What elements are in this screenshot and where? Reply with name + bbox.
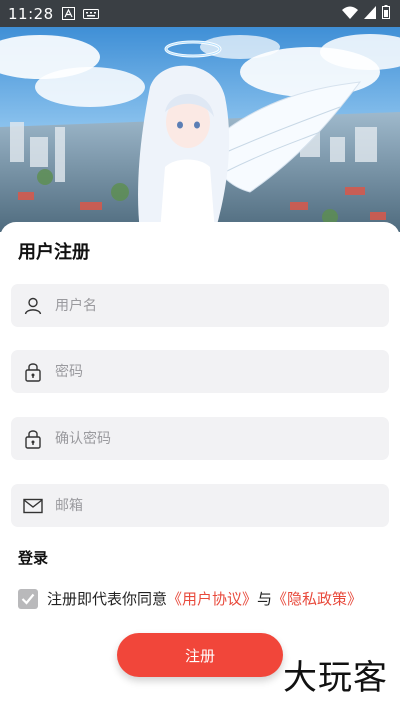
user-icon	[23, 296, 43, 316]
lock-icon	[23, 429, 43, 449]
watermark-logo: 大玩客	[283, 658, 388, 698]
agreement-conjunction: 与	[257, 590, 273, 608]
register-sheet: 用户注册 登录 注册即代表你同意 《用户协议》 与 《隐私政策》 注册	[0, 222, 400, 711]
privacy-policy-link[interactable]: 《隐私政策》	[272, 588, 362, 609]
lock-icon	[23, 362, 43, 382]
username-input[interactable]	[53, 296, 357, 315]
status-time: 11:28	[8, 4, 54, 23]
agreement-row: 注册即代表你同意 《用户协议》 与 《隐私政策》	[18, 588, 362, 609]
hero-illustration	[0, 27, 400, 232]
mail-icon	[23, 496, 43, 516]
password-input[interactable]	[53, 362, 357, 381]
anime-angel-illustration	[0, 27, 400, 232]
agreement-text: 注册即代表你同意	[47, 590, 168, 608]
register-button[interactable]: 注册	[117, 633, 283, 677]
agree-checkbox[interactable]	[18, 588, 38, 609]
wifi-icon	[342, 4, 358, 23]
keyboard-icon	[82, 8, 99, 19]
confirm-password-field[interactable]	[11, 417, 389, 460]
confirm-password-input[interactable]	[53, 429, 357, 448]
email-input[interactable]	[53, 496, 357, 515]
font-icon	[61, 7, 75, 20]
email-field[interactable]	[11, 484, 389, 527]
username-field[interactable]	[11, 284, 389, 327]
login-link[interactable]: 登录	[18, 547, 48, 568]
signal-icon	[364, 4, 376, 23]
page-title: 用户注册	[18, 242, 90, 263]
password-field[interactable]	[11, 350, 389, 393]
status-bar: 11:28	[0, 0, 400, 27]
user-agreement-link[interactable]: 《用户协议》	[167, 588, 257, 609]
battery-icon	[382, 4, 390, 23]
checkmark-icon	[21, 593, 35, 605]
